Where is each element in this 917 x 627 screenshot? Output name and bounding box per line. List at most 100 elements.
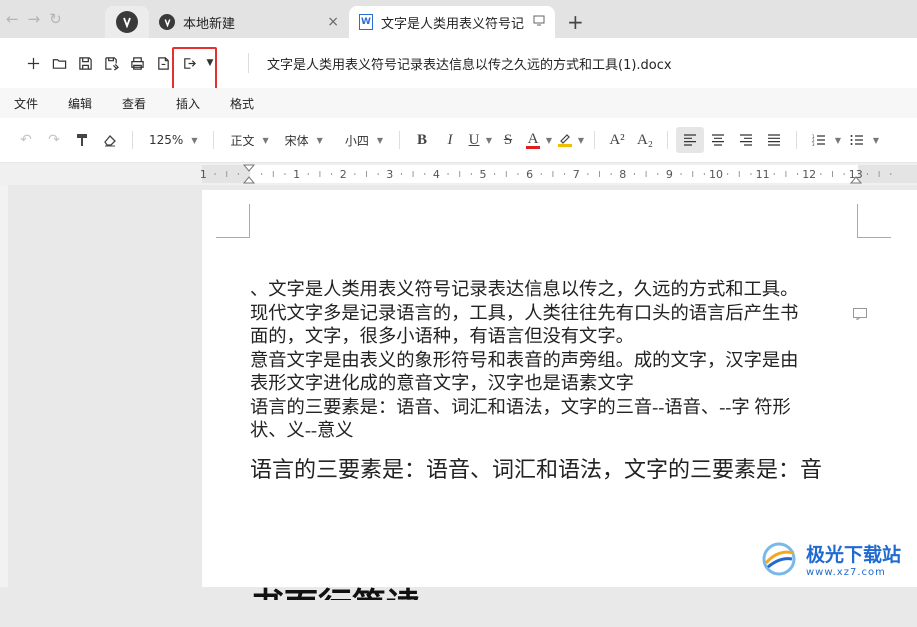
chevron-down-icon[interactable]: ▼ bbox=[833, 127, 843, 153]
horizontal-ruler: 1 1 2 3 4 5 6 7 8 9 10 11 12 13 bbox=[0, 163, 917, 185]
superscript-button[interactable]: A² bbox=[603, 127, 631, 153]
font-size-value: 小四 bbox=[344, 133, 369, 148]
ruler-label: 9 bbox=[666, 168, 673, 181]
tab-local-new[interactable]: 本地新建 × bbox=[149, 6, 349, 38]
font-size-select[interactable]: 小四 ▼ bbox=[331, 132, 391, 149]
align-center-icon[interactable] bbox=[704, 127, 732, 153]
subscript-button[interactable]: A₂ bbox=[631, 127, 659, 153]
save-icon[interactable] bbox=[72, 51, 98, 75]
font-color-label: A bbox=[527, 130, 539, 147]
chevron-down-icon: ▼ bbox=[191, 135, 198, 145]
ruler-label: 7 bbox=[573, 168, 580, 181]
ruler-label: 5 bbox=[480, 168, 487, 181]
paragraph-line[interactable]: 表形文字进化成的意音文字，汉字也是语素文字 bbox=[250, 372, 852, 396]
ruler-label: 1 bbox=[293, 168, 300, 181]
chevron-down-icon[interactable]: ▼ bbox=[576, 127, 586, 153]
ruler-label: 3 bbox=[386, 168, 393, 181]
heading-partial[interactable]: 书面行篇读 bbox=[250, 578, 420, 600]
chevron-down-icon[interactable]: ▼ bbox=[871, 127, 881, 153]
zoom-select[interactable]: 125% ▼ bbox=[141, 133, 205, 147]
chevron-down-icon[interactable]: ▼ bbox=[484, 127, 494, 153]
tab-home[interactable] bbox=[105, 6, 149, 38]
site-watermark: 极光下载站 www.xz7.com bbox=[758, 535, 913, 583]
menu-format[interactable]: 格式 bbox=[230, 95, 284, 112]
undo-icon[interactable]: ↶ bbox=[12, 127, 40, 153]
chevron-down-icon: ▼ bbox=[262, 135, 269, 145]
italic-button[interactable]: I bbox=[436, 127, 464, 153]
highlighter-icon bbox=[560, 134, 571, 144]
nav-buttons: ← → ↻ bbox=[0, 0, 105, 38]
highlight-box bbox=[172, 47, 217, 90]
style-select[interactable]: 正文 ▼ bbox=[222, 132, 276, 149]
numbered-list-icon[interactable]: 123 bbox=[805, 127, 833, 153]
tab-document[interactable]: W 文字是人类用表义符号记 bbox=[349, 6, 555, 38]
paragraph-line[interactable]: 意音文字是由表义的象形符号和表音的声旁组。成的文字，汉字是由 bbox=[250, 349, 852, 373]
open-folder-icon[interactable] bbox=[46, 51, 72, 75]
ruler-label: 8 bbox=[619, 168, 626, 181]
document-body[interactable]: 、文字是人类用表义符号记录表达信息以传之，久远的方式和工具。 现代文字多是记录语… bbox=[250, 278, 852, 485]
back-icon[interactable]: ← bbox=[6, 10, 19, 28]
refresh-icon[interactable]: ↻ bbox=[49, 10, 62, 28]
chevron-down-icon: ▼ bbox=[376, 135, 383, 145]
highlight-color-button[interactable] bbox=[554, 127, 576, 153]
menu-view[interactable]: 查看 bbox=[122, 95, 176, 112]
format-toolbar: ↶ ↷ 125% ▼ 正文 ▼ 宋体 ▼ 小四 ▼ B I U ▼ S A ▼ … bbox=[0, 118, 917, 163]
divider bbox=[593, 131, 595, 149]
print-icon[interactable] bbox=[124, 51, 150, 75]
align-right-icon[interactable] bbox=[732, 127, 760, 153]
forward-icon[interactable]: → bbox=[28, 10, 41, 28]
watermark-name: 极光下载站 bbox=[806, 544, 902, 566]
highlight-swatch bbox=[557, 144, 572, 147]
font-select[interactable]: 宋体 ▼ bbox=[277, 132, 331, 149]
menu-bar: 文件 编辑 查看 插入 格式 bbox=[0, 88, 917, 118]
menu-edit[interactable]: 编辑 bbox=[68, 95, 122, 112]
close-icon[interactable]: × bbox=[327, 14, 339, 30]
divider bbox=[666, 131, 668, 149]
align-left-icon[interactable] bbox=[675, 127, 704, 153]
divider bbox=[248, 53, 249, 73]
menu-insert[interactable]: 插入 bbox=[176, 95, 230, 112]
chevron-down-icon[interactable]: ▼ bbox=[544, 127, 554, 153]
new-file-icon[interactable] bbox=[20, 51, 46, 75]
paragraph-line[interactable]: 、文字是人类用表义符号记录表达信息以传之，久远的方式和工具。 bbox=[250, 278, 852, 302]
ruler-label: 1 bbox=[200, 168, 207, 181]
tab-bar: ← → ↻ 本地新建 × W 文字是人类用表义符号记 + bbox=[0, 0, 917, 38]
divider bbox=[132, 131, 133, 149]
svg-text:3: 3 bbox=[812, 142, 815, 146]
font-color-button[interactable]: A bbox=[522, 127, 544, 153]
watermark-url: www.xz7.com bbox=[806, 567, 886, 578]
save-as-icon[interactable] bbox=[98, 51, 124, 75]
document-page[interactable]: 、文字是人类用表义符号记录表达信息以传之，久远的方式和工具。 现代文字多是记录语… bbox=[202, 190, 917, 600]
menu-file[interactable]: 文件 bbox=[14, 95, 68, 112]
paragraph-line[interactable]: 现代文字多是记录语言的，工具，人类往往先有口头的语言后产生书 bbox=[250, 302, 852, 326]
ruler-scale: 1 1 2 3 4 5 6 7 8 9 10 11 12 13 bbox=[200, 164, 917, 184]
style-value: 正文 bbox=[230, 133, 255, 148]
file-toolbar: ▼ 文字是人类用表义符号记录表达信息以传之久远的方式和工具(1).docx bbox=[0, 38, 917, 90]
paragraph-line[interactable]: 语言的三要素是：语音、词汇和语法，文字的三音--语音、--字 符形 bbox=[250, 396, 852, 420]
chevron-down-icon: ▼ bbox=[316, 135, 323, 145]
paragraph-line[interactable]: 状、义--意义 bbox=[250, 419, 852, 443]
divider bbox=[398, 131, 400, 149]
add-tab-button[interactable]: + bbox=[555, 6, 596, 38]
document-title: 文字是人类用表义符号记录表达信息以传之久远的方式和工具(1).docx bbox=[267, 57, 672, 73]
comment-icon[interactable] bbox=[853, 308, 867, 320]
bullet-list-icon[interactable] bbox=[843, 127, 871, 153]
divider bbox=[213, 131, 215, 149]
divider bbox=[795, 131, 797, 149]
strikethrough-button[interactable]: S bbox=[494, 127, 522, 153]
tab-label: 本地新建 bbox=[183, 16, 236, 32]
bold-button[interactable]: B bbox=[408, 127, 436, 153]
app-logo-icon bbox=[116, 11, 138, 33]
margin-corner-top-right bbox=[857, 204, 891, 238]
eraser-icon[interactable] bbox=[96, 127, 124, 153]
paragraph-line[interactable]: 面的，文字，很多小语种，有语言但没有文字。 bbox=[250, 325, 852, 349]
word-doc-icon: W bbox=[359, 14, 373, 30]
monitor-icon[interactable] bbox=[533, 14, 545, 30]
align-justify-icon[interactable] bbox=[760, 127, 788, 153]
underline-button[interactable]: U bbox=[464, 127, 484, 153]
redo-icon[interactable]: ↷ bbox=[40, 127, 68, 153]
paragraph-large[interactable]: 语言的三要素是：语音、词汇和语法，文字的三要素是：音 bbox=[250, 455, 852, 485]
font-value: 宋体 bbox=[284, 133, 309, 148]
zoom-value: 125% bbox=[149, 133, 184, 147]
format-painter-icon[interactable] bbox=[68, 127, 96, 153]
